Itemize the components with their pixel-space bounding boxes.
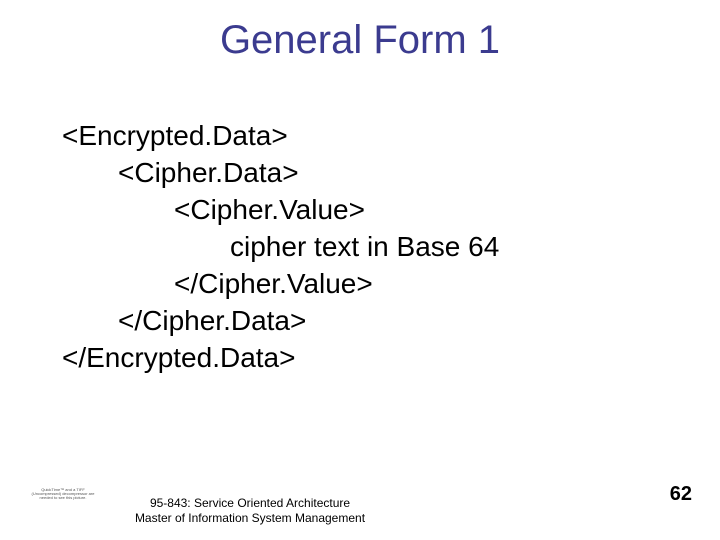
footer-dept: Master of Information System Management	[120, 511, 380, 526]
placeholder-text: QuickTime™ and a TIFF (Uncompressed) dec…	[28, 488, 98, 500]
code-line: cipher text in Base 64	[62, 229, 680, 266]
page-number: 62	[670, 483, 692, 506]
code-line: <Encrypted.Data>	[62, 118, 680, 155]
code-line: </Cipher.Value>	[62, 266, 680, 303]
footer-text: 95-843: Service Oriented Architecture Ma…	[120, 496, 380, 526]
slide-title: General Form 1	[0, 18, 720, 63]
code-line: <Cipher.Data>	[62, 155, 680, 192]
slide: General Form 1 <Encrypted.Data> <Cipher.…	[0, 0, 720, 540]
code-line: </Encrypted.Data>	[62, 340, 680, 377]
code-line: </Cipher.Data>	[62, 303, 680, 340]
slide-body: <Encrypted.Data> <Cipher.Data> <Cipher.V…	[62, 118, 680, 377]
placeholder-thumb: QuickTime™ and a TIFF (Uncompressed) dec…	[28, 488, 98, 500]
code-line: <Cipher.Value>	[62, 192, 680, 229]
footer-course: 95-843: Service Oriented Architecture	[120, 496, 380, 511]
